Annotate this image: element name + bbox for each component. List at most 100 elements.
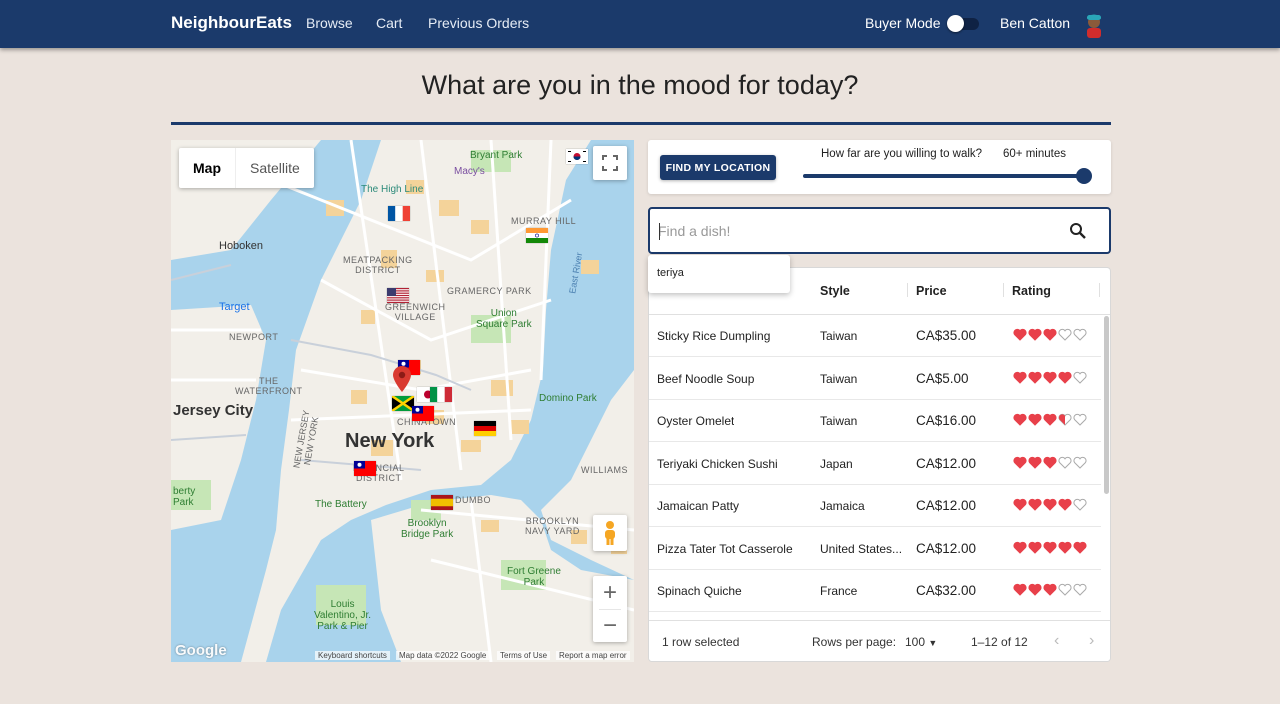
title-divider xyxy=(171,122,1111,125)
column-header-style[interactable]: Style xyxy=(820,284,850,298)
table-row[interactable]: Jamaican Patty Jamaica CA$12.00 xyxy=(649,485,1101,527)
heart-empty-icon xyxy=(1058,583,1072,596)
search-suggestion-item[interactable]: teriya xyxy=(657,267,684,279)
heart-filled-icon xyxy=(1043,328,1057,341)
previous-page-button[interactable]: ‹ xyxy=(1054,632,1059,650)
keyboard-shortcuts-link[interactable]: Keyboard shortcuts xyxy=(315,651,390,660)
walk-slider-thumb[interactable] xyxy=(1076,168,1092,184)
heart-filled-icon xyxy=(1028,371,1042,384)
zoom-separator xyxy=(599,609,621,610)
jamaica-flag-icon[interactable] xyxy=(392,396,414,411)
table-row[interactable]: Pizza Tater Tot Casserole United States..… xyxy=(649,528,1101,570)
column-header-rating[interactable]: Rating xyxy=(1012,284,1051,298)
heart-filled-icon xyxy=(1013,413,1027,426)
fullscreen-icon xyxy=(602,155,618,171)
heart-filled-icon xyxy=(1043,456,1057,469)
nav-link-cart[interactable]: Cart xyxy=(376,15,402,31)
search-suggestion-popup: teriya xyxy=(648,255,790,293)
column-header-price[interactable]: Price xyxy=(916,284,947,298)
table-row[interactable]: Spinach Quiche France CA$32.00 xyxy=(649,570,1101,612)
table-scrollbar[interactable] xyxy=(1104,316,1109,494)
dish-style-cell: Taiwan xyxy=(820,414,858,428)
india-flag-icon[interactable] xyxy=(526,228,548,243)
top-navbar: NeighbourEats Browse Cart Previous Order… xyxy=(0,0,1280,48)
walk-distance-value: 60+ minutes xyxy=(1003,148,1066,160)
italy-flag-icon[interactable] xyxy=(430,387,452,402)
buyer-mode-toggle[interactable] xyxy=(947,14,981,32)
dish-style-cell: France xyxy=(820,584,858,598)
brand-logo[interactable]: NeighbourEats xyxy=(171,13,292,33)
rating-hearts xyxy=(1013,413,1087,426)
user-name[interactable]: Ben Catton xyxy=(1000,15,1070,31)
dish-style-cell: United States... xyxy=(820,541,903,556)
walk-distance-label: How far are you willing to walk? xyxy=(821,148,983,160)
heart-filled-icon xyxy=(1013,328,1027,341)
column-separator[interactable] xyxy=(907,283,908,297)
nav-link-browse[interactable]: Browse xyxy=(306,15,353,31)
heart-filled-icon xyxy=(1028,583,1042,596)
taiwan-flag-icon[interactable] xyxy=(412,406,434,421)
heart-empty-icon xyxy=(1073,498,1087,511)
dish-table: Style Price Rating Sticky Rice Dumpling T… xyxy=(648,267,1111,662)
location-pin-icon[interactable] xyxy=(393,366,411,392)
zoom-out-button[interactable]: − xyxy=(593,609,627,642)
heart-empty-icon xyxy=(1073,413,1087,426)
report-error-link[interactable]: Report a map error xyxy=(556,651,630,660)
germany-flag-icon[interactable] xyxy=(474,421,496,436)
dish-price-cell: CA$5.00 xyxy=(916,370,969,386)
map-type-satellite[interactable]: Satellite xyxy=(235,148,314,188)
dish-style-cell: Japan xyxy=(820,456,853,471)
heart-filled-icon xyxy=(1013,371,1027,384)
dish-name-cell: Beef Noodle Soup xyxy=(657,371,755,386)
rating-hearts xyxy=(1013,328,1087,341)
table-row[interactable]: Teriyaki Chicken Sushi Japan CA$12.00 xyxy=(649,443,1101,485)
heart-filled-icon xyxy=(1043,413,1057,426)
fullscreen-button[interactable] xyxy=(593,146,627,180)
heart-filled-icon xyxy=(1043,371,1057,384)
user-avatar-icon[interactable] xyxy=(1083,10,1105,38)
france-flag-icon[interactable] xyxy=(388,206,410,221)
heart-half-icon xyxy=(1058,413,1072,426)
next-page-button[interactable]: › xyxy=(1089,632,1094,650)
heart-filled-icon xyxy=(1058,498,1072,511)
taiwan-flag-icon[interactable] xyxy=(354,461,376,476)
heart-empty-icon xyxy=(1058,456,1072,469)
search-icon[interactable] xyxy=(1069,222,1087,240)
column-separator[interactable] xyxy=(1099,283,1100,297)
dish-price-cell: CA$35.00 xyxy=(916,328,977,343)
heart-empty-icon xyxy=(1073,371,1087,384)
column-separator[interactable] xyxy=(1003,283,1004,297)
rating-hearts xyxy=(1013,498,1087,511)
page-title: What are you in the mood for today? xyxy=(421,70,859,100)
dish-name-cell: Spinach Quiche xyxy=(657,584,742,598)
table-row[interactable]: Beef Noodle Soup Taiwan CA$5.00 xyxy=(649,358,1101,400)
find-my-location-button[interactable]: FIND MY LOCATION xyxy=(660,155,776,180)
toggle-thumb xyxy=(947,15,964,32)
terms-link[interactable]: Terms of Use xyxy=(497,651,551,660)
rows-per-page-value: 100 xyxy=(905,635,926,649)
table-row[interactable]: Oyster Omelet Taiwan CA$16.00 xyxy=(649,400,1101,442)
street-view-button[interactable] xyxy=(593,515,627,551)
map-type-map[interactable]: Map xyxy=(179,148,235,188)
dish-name-cell: Jamaican Patty xyxy=(657,499,740,513)
dish-price-cell: CA$12.00 xyxy=(916,498,977,513)
heart-filled-icon xyxy=(1043,583,1057,596)
heart-filled-icon xyxy=(1028,541,1042,554)
rows-per-page-select[interactable]: 100 ▼ xyxy=(905,635,937,649)
nav-link-previous-orders[interactable]: Previous Orders xyxy=(428,15,529,31)
dish-name-cell: Pizza Tater Tot Casserole xyxy=(657,541,793,556)
dish-search-input[interactable] xyxy=(658,221,1058,241)
map-view[interactable]: Hoboken Jersey City New York The High Li… xyxy=(171,140,634,662)
spain-flag-icon[interactable] xyxy=(431,495,453,510)
heart-filled-icon xyxy=(1013,583,1027,596)
table-row[interactable]: Sticky Rice Dumpling Taiwan CA$35.00 xyxy=(649,315,1101,357)
walk-slider-track[interactable] xyxy=(803,174,1087,178)
korea-flag-icon[interactable] xyxy=(566,149,588,164)
dish-price-cell: CA$12.00 xyxy=(916,455,977,471)
rating-hearts xyxy=(1013,583,1087,596)
zoom-control: + − xyxy=(593,576,627,642)
zoom-in-button[interactable]: + xyxy=(593,576,627,609)
usa-flag-icon[interactable] xyxy=(387,288,409,303)
google-logo[interactable]: Google xyxy=(175,642,227,659)
heart-filled-icon xyxy=(1028,456,1042,469)
